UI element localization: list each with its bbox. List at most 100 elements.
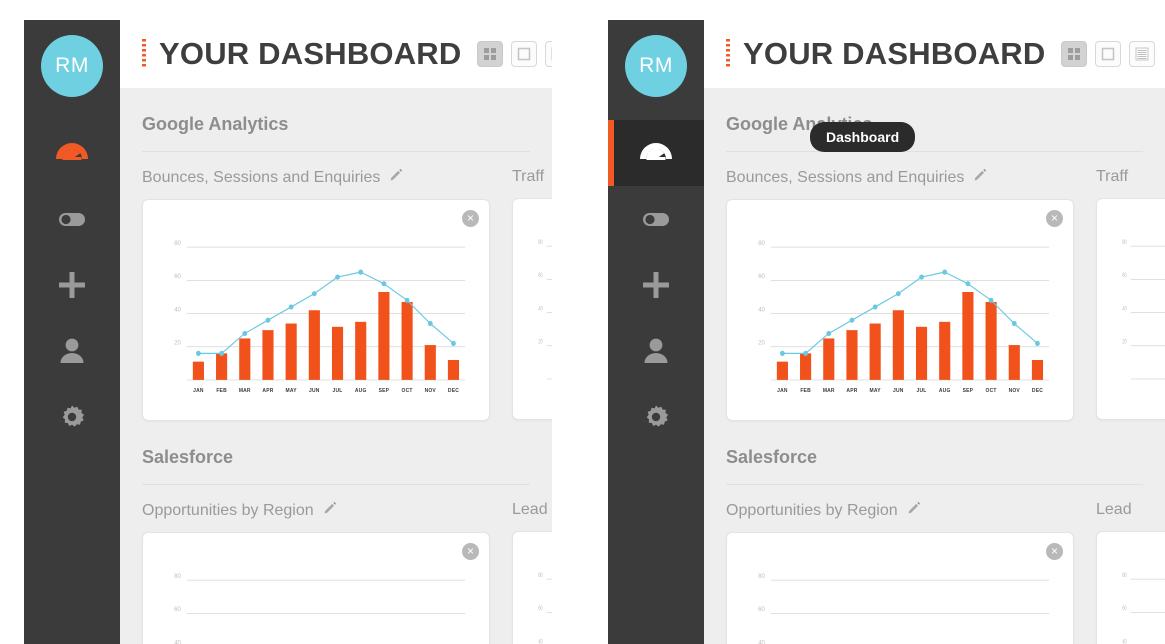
widget-traffic: Traff 20 40 60 80 — [1096, 152, 1165, 421]
sidebar-nav — [608, 120, 704, 450]
plus-icon — [52, 265, 92, 305]
topbar-default: YOUR DASHBOARD — [120, 20, 552, 88]
title-accent-bar — [726, 39, 730, 69]
chart-svg: 20 40 60 80 JAN FEB MAR APR MAY JUN JUL AUG SEP OCT NO… — [174, 240, 466, 394]
list-view-button[interactable] — [545, 41, 552, 67]
sidebar-item-dashboard[interactable] — [24, 120, 120, 186]
page-title: YOUR DASHBOARD — [159, 36, 462, 71]
chart-card: × 20 40 60 80 JAN FEB MAR APR MAY JUN JUL AUG SEP OCT… — [726, 199, 1074, 421]
sidebar-item-connections[interactable] — [24, 186, 120, 252]
chart-card: × 20406080 — [726, 532, 1074, 644]
widget-header: Lead — [1096, 485, 1165, 531]
widget-row-google-analytics: Bounces, Sessions and Enquiries × 20 40 … — [120, 152, 552, 421]
widget-title: Traff — [1096, 168, 1129, 185]
svg-text:80: 80 — [1122, 572, 1126, 579]
sidebar-hover: RM — [608, 20, 704, 644]
svg-text:20: 20 — [1122, 339, 1126, 346]
content-area-hover: YOUR DASHBOARD Google Analytics Bounces,… — [704, 20, 1165, 644]
svg-text:DEC: DEC — [448, 388, 459, 394]
chart-render: 20 40 60 80 JAN FEB MAR APR MAY JUN JUL AUG SEP OCT NO… — [758, 240, 1050, 394]
title-accent-bar — [142, 39, 146, 69]
svg-text:APR: APR — [262, 388, 273, 394]
widget-bounces-sessions-enquiries: Bounces, Sessions and Enquiries × 20 40 … — [726, 152, 1074, 421]
svg-text:60: 60 — [758, 606, 765, 613]
chart-card: 20406080 — [1096, 198, 1165, 420]
widget-opportunities-by-region: Opportunities by Region × 40 60 80 — [726, 485, 1074, 644]
widget-title: Traff — [512, 168, 545, 185]
svg-text:40: 40 — [538, 639, 542, 644]
list-view-button[interactable] — [1129, 41, 1156, 67]
svg-text:60: 60 — [174, 273, 181, 280]
svg-text:80: 80 — [758, 240, 765, 247]
widget-header: Opportunities by Region — [142, 485, 490, 532]
pencil-icon[interactable] — [323, 501, 337, 520]
sidebar-item-profile[interactable] — [608, 318, 704, 384]
pencil-icon[interactable] — [389, 168, 403, 187]
pencil-icon[interactable] — [973, 168, 987, 187]
svg-text:AUG: AUG — [939, 388, 951, 394]
svg-text:40: 40 — [174, 306, 181, 313]
chart-bounces-sessions-enquiries: 20 40 60 80 JAN FEB MAR APR MAY JUN JUL AUG SEP OCT NO… — [741, 222, 1059, 408]
section-title-salesforce: Salesforce — [726, 421, 1143, 485]
grid-view-button[interactable] — [477, 41, 504, 67]
widget-title: Bounces, Sessions and Enquiries — [142, 168, 381, 186]
sidebar-item-add[interactable] — [24, 252, 120, 318]
topbar-hover: YOUR DASHBOARD — [704, 20, 1165, 88]
chart-card: × 20 40 60 80 JAN FEB MAR APR MAY JUN JUL AUG SEP OCT… — [142, 199, 490, 421]
sidebar-item-settings[interactable] — [608, 384, 704, 450]
widget-header: Lead — [512, 485, 552, 531]
single-view-button[interactable] — [1095, 41, 1122, 67]
widget-header: Bounces, Sessions and Enquiries — [726, 152, 1074, 199]
sidebar-item-profile[interactable] — [24, 318, 120, 384]
widget-opportunities-by-region: Opportunities by Region × 40 60 80 — [142, 485, 490, 644]
svg-text:60: 60 — [174, 606, 181, 613]
widget-traffic: Traff 20 40 60 80 — [512, 152, 552, 421]
grid-view-button[interactable] — [1061, 41, 1088, 67]
svg-text:80: 80 — [758, 573, 765, 580]
svg-text:OCT: OCT — [986, 388, 998, 394]
toggle-icon — [52, 199, 92, 239]
svg-text:40: 40 — [758, 639, 765, 644]
sidebar-item-connections[interactable] — [608, 186, 704, 252]
chart-axis-only: 20406080 — [1122, 572, 1165, 644]
svg-text:MAY: MAY — [870, 388, 881, 394]
chart-svg: 20406080 — [538, 572, 552, 644]
dashboard-panel-default: RM YOUR DASHBOARD Google Analytics Bounc… — [24, 20, 552, 644]
chart-card: 20406080 — [1096, 531, 1165, 644]
svg-text:FEB: FEB — [800, 388, 811, 394]
section-title-google-analytics: Google Analytics — [726, 88, 1143, 152]
gear-icon — [52, 397, 92, 437]
single-view-button[interactable] — [511, 41, 538, 67]
svg-text:NOV: NOV — [1009, 388, 1021, 394]
widget-leads: Lead 20406080 — [1096, 485, 1165, 644]
chart-axis-only: 20406080 — [538, 239, 552, 380]
svg-text:20: 20 — [174, 339, 181, 346]
svg-text:60: 60 — [538, 272, 542, 279]
widget-header: Traff — [512, 152, 552, 198]
svg-text:JAN: JAN — [777, 388, 788, 394]
gear-icon — [636, 397, 676, 437]
sidebar-item-settings[interactable] — [24, 384, 120, 450]
widget-title: Opportunities by Region — [142, 501, 314, 519]
svg-text:20: 20 — [538, 339, 542, 346]
svg-text:60: 60 — [1122, 605, 1126, 612]
plus-icon — [636, 265, 676, 305]
widget-row-google-analytics: Bounces, Sessions and Enquiries × 20 40 … — [704, 152, 1165, 421]
svg-text:JAN: JAN — [193, 388, 204, 394]
pencil-icon[interactable] — [907, 501, 921, 520]
widget-bounces-sessions-enquiries: Bounces, Sessions and Enquiries × 20 40 … — [142, 152, 490, 421]
user-icon — [52, 331, 92, 371]
widget-row-salesforce: Opportunities by Region × 40 60 80 Lead … — [704, 485, 1165, 644]
svg-text:40: 40 — [1122, 306, 1126, 313]
svg-text:60: 60 — [538, 605, 542, 612]
sidebar-item-dashboard[interactable] — [608, 120, 704, 186]
avatar[interactable]: RM — [41, 35, 103, 97]
sidebar-item-add[interactable] — [608, 252, 704, 318]
svg-text:MAY: MAY — [286, 388, 297, 394]
svg-text:80: 80 — [174, 240, 181, 247]
svg-text:80: 80 — [1122, 239, 1126, 246]
widget-title: Lead — [512, 501, 548, 518]
chart-opportunities-by-region: 20406080 — [157, 555, 475, 644]
chart-traffic: 20 40 60 80 — [527, 221, 552, 407]
avatar[interactable]: RM — [625, 35, 687, 97]
